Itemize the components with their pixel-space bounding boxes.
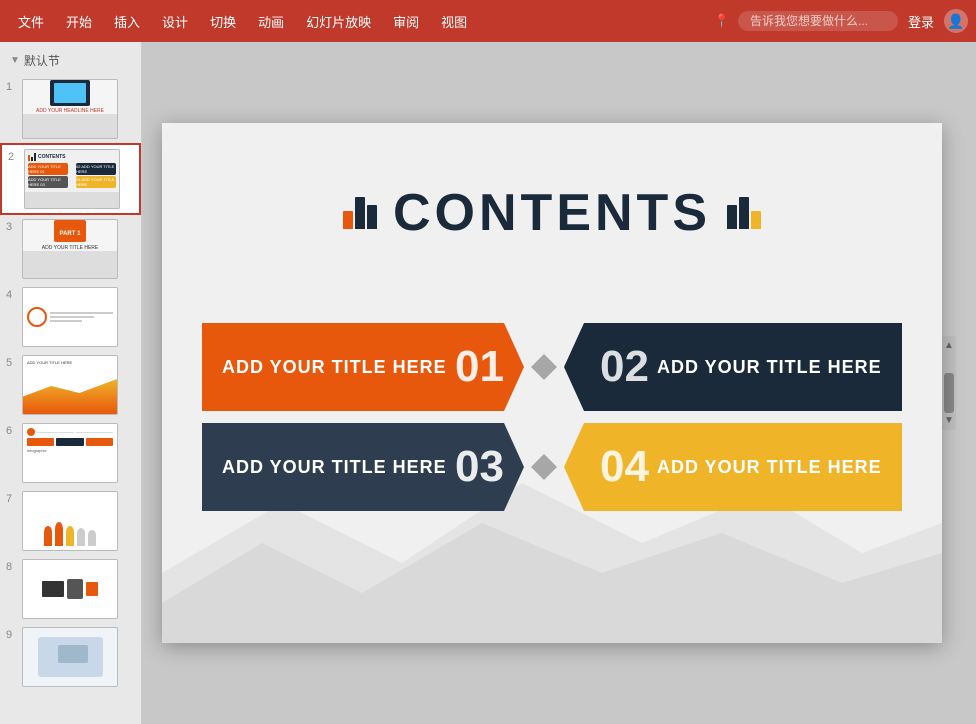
slide-thumb-5[interactable]: 5 ADD YOUR TITLE HERE xyxy=(0,351,141,419)
slide-num-8: 8 xyxy=(6,561,16,573)
menu-view[interactable]: 视图 xyxy=(431,8,477,35)
slide-thumb-6[interactable]: 6 infographic xyxy=(0,419,141,487)
slide-num-1: 1 xyxy=(6,81,16,93)
thumb-image-9 xyxy=(22,627,118,687)
arrow-connector-1 xyxy=(524,323,564,411)
scrollbar-thumb[interactable] xyxy=(944,373,954,413)
thumb-image-8 xyxy=(22,559,118,619)
thumb-image-7 xyxy=(22,491,118,551)
slide-panel: ▼ 默认节 1 ADD YOUR HEADLINE HERE 2 xyxy=(0,42,142,724)
content-boxes: ADD YOUR TITLE HERE 01 02 ADD YOUR TITLE… xyxy=(202,323,902,511)
menu-home[interactable]: 开始 xyxy=(56,8,102,35)
canvas-area: CONTENTS ADD YOUR TITLE HERE 01 xyxy=(142,42,976,724)
thumb-image-6: infographic xyxy=(22,423,118,483)
menu-slideshow[interactable]: 幻灯片放映 xyxy=(296,8,381,35)
slide-num-4: 4 xyxy=(6,289,16,301)
user-avatar[interactable]: 👤 xyxy=(944,9,968,33)
box-01-label: ADD YOUR TITLE HERE xyxy=(222,357,447,378)
slide-thumb-9[interactable]: 9 xyxy=(0,623,141,691)
slide-thumb-3[interactable]: 3 PART 1 ADD YOUR TITLE HERE xyxy=(0,215,141,283)
thumb-image-4 xyxy=(22,287,118,347)
scroll-up-arrow[interactable]: ▲ xyxy=(942,338,956,353)
diamond-arrow-2 xyxy=(529,452,559,482)
slide-num-5: 5 xyxy=(6,357,16,369)
menu-design[interactable]: 设计 xyxy=(152,8,198,35)
box-02-label: ADD YOUR TITLE HERE xyxy=(657,357,882,378)
panel-section-header: ▼ 默认节 xyxy=(0,46,141,75)
menu-bar: 文件 开始 插入 设计 切换 动画 幻灯片放映 审阅 视图 📍 登录 👤 xyxy=(0,0,976,42)
slide-num-2: 2 xyxy=(8,151,18,163)
section-label: 默认节 xyxy=(24,52,60,69)
box-04-label: ADD YOUR TITLE HERE xyxy=(657,457,882,478)
slide-thumb-1[interactable]: 1 ADD YOUR HEADLINE HERE xyxy=(0,75,141,143)
box-04[interactable]: 04 ADD YOUR TITLE HERE xyxy=(564,423,902,511)
box-04-number: 04 xyxy=(600,442,649,492)
slide-num-3: 3 xyxy=(6,221,16,233)
thumb-image-3: PART 1 ADD YOUR TITLE HERE xyxy=(22,219,118,279)
box-02-number: 02 xyxy=(600,342,649,392)
content-row-1: ADD YOUR TITLE HERE 01 02 ADD YOUR TITLE… xyxy=(202,323,902,411)
box-01[interactable]: ADD YOUR TITLE HERE 01 xyxy=(202,323,524,411)
left-chart-icon xyxy=(343,197,377,229)
menu-transition[interactable]: 切换 xyxy=(200,8,246,35)
box-03-number: 03 xyxy=(455,442,504,492)
slide-thumb-2[interactable]: 2 CONTENTS ADD YOUR TITLE xyxy=(0,143,141,215)
thumb-image-2: CONTENTS ADD YOUR TITLE HERE 01 02 ADD Y… xyxy=(24,149,120,209)
right-chart-icon xyxy=(727,197,761,229)
box-03-label: ADD YOUR TITLE HERE xyxy=(222,457,447,478)
search-input[interactable] xyxy=(738,11,898,31)
thumb-image-5: ADD YOUR TITLE HERE xyxy=(22,355,118,415)
login-button[interactable]: 登录 xyxy=(900,8,942,35)
menu-review[interactable]: 审阅 xyxy=(383,8,429,35)
scroll-down-arrow[interactable]: ▼ xyxy=(942,413,956,428)
diamond-arrow-1 xyxy=(529,352,559,382)
slide-thumb-8[interactable]: 8 xyxy=(0,555,141,623)
slide-thumb-7[interactable]: 7 xyxy=(0,487,141,555)
slide-title: CONTENTS xyxy=(393,183,711,243)
menu-insert[interactable]: 插入 xyxy=(104,8,150,35)
box-02[interactable]: 02 ADD YOUR TITLE HERE xyxy=(564,323,902,411)
slide-num-9: 9 xyxy=(6,629,16,641)
vertical-scrollbar[interactable]: ▲ ▼ xyxy=(942,336,956,430)
collapse-arrow[interactable]: ▼ xyxy=(10,55,20,66)
main-layout: ▼ 默认节 1 ADD YOUR HEADLINE HERE 2 xyxy=(0,42,976,724)
main-slide: CONTENTS ADD YOUR TITLE HERE 01 xyxy=(162,123,942,643)
thumb-image-1: ADD YOUR HEADLINE HERE xyxy=(22,79,118,139)
menu-file[interactable]: 文件 xyxy=(8,8,54,35)
slide-title-area: CONTENTS xyxy=(162,183,942,243)
box-03[interactable]: ADD YOUR TITLE HERE 03 xyxy=(202,423,524,511)
content-row-2: ADD YOUR TITLE HERE 03 04 ADD YOUR TITLE… xyxy=(202,423,902,511)
slide-thumb-4[interactable]: 4 xyxy=(0,283,141,351)
slide-num-6: 6 xyxy=(6,425,16,437)
box-01-number: 01 xyxy=(455,342,504,392)
menu-animation[interactable]: 动画 xyxy=(248,8,294,35)
arrow-connector-2 xyxy=(524,423,564,511)
slide-num-7: 7 xyxy=(6,493,16,505)
search-area: 📍 xyxy=(714,11,898,31)
